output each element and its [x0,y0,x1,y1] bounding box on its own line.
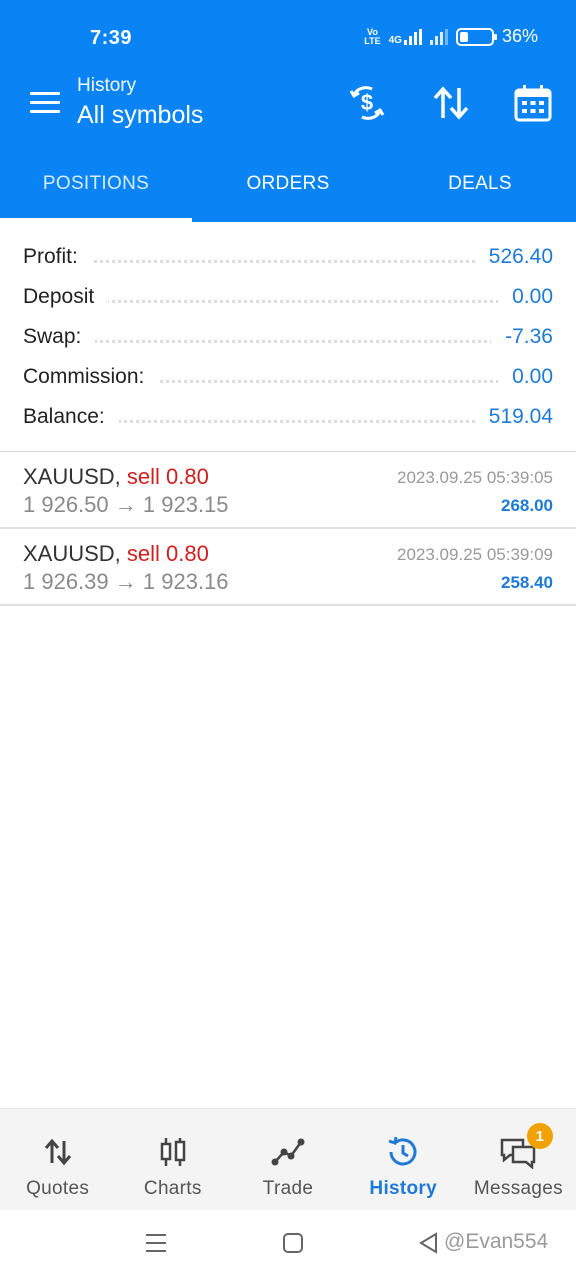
tab-positions[interactable]: POSITIONS [0,146,192,222]
deal-symbol: XAUUSD, [23,541,121,566]
open-price: 1 926.39 [23,569,109,594]
signal-2-icon [429,28,448,45]
summary-label: Swap: [23,325,96,349]
tab-deals[interactable]: DEALS [384,146,576,222]
status-icons: Vo LTE 4G 36% [364,26,538,47]
deal-side: sell 0.80 [126,464,209,489]
nav-trade[interactable]: Trade [230,1109,345,1210]
nav-label: Charts [143,1178,202,1199]
battery-icon [455,27,497,46]
volte-bottom: LTE [364,35,381,46]
charts-icon [160,1138,186,1166]
dotted-leader [23,340,553,343]
system-nav-bar: @Evan554 [0,1210,576,1280]
trade-icon [271,1138,305,1166]
title-block[interactable]: History All symbols [77,74,203,132]
summary-row-deposit: Deposit 0.00 [0,277,576,317]
open-price: 1 926.50 [23,492,109,517]
summary-label: Profit: [23,245,92,269]
nav-label: History [369,1178,437,1199]
summary-value: 526.40 [474,245,553,269]
deal-prices: 1 926.39 → 1 923.16 [23,569,229,595]
signal-icon [403,28,422,45]
nav-charts[interactable]: Charts [115,1109,230,1210]
summary-panel: Profit: 526.40 Deposit 0.00 Swap: -7.36 … [0,237,576,437]
deal-time: 2023.09.25 05:39:09 [397,545,553,564]
bottom-nav: Quotes Charts Trade History 1 Messages [0,1108,576,1210]
tab-bar: POSITIONS ORDERS DEALS [0,146,576,222]
summary-value: 0.00 [498,365,553,389]
battery-fill [459,31,469,42]
nav-label: Trade [262,1178,314,1199]
history-icon [388,1136,417,1166]
summary-value: 0.00 [498,285,553,309]
notification-badge: 1 [526,1123,553,1149]
deal-time: 2023.09.25 05:39:05 [397,468,553,487]
menu-icon[interactable] [30,92,60,114]
deal-profit: 258.40 [501,573,553,592]
page-subtitle: History [77,75,137,96]
dollar-refresh-icon[interactable]: $ [346,82,388,124]
nav-history[interactable]: History [346,1109,461,1210]
battery-percent: 36% [501,26,538,46]
watermark: @Evan554 [444,1230,549,1253]
nav-quotes[interactable]: Quotes [0,1109,115,1210]
summary-row-swap: Swap: -7.36 [0,317,576,357]
close-price: 1 923.16 [142,569,229,594]
calendar-icon[interactable] [512,82,554,124]
list-item[interactable]: XAUUSD, sell 0.80 1 926.39 → 1 923.16 20… [0,529,576,606]
nav-label: Quotes [26,1178,90,1199]
deal-prices: 1 926.50 → 1 923.15 [23,492,229,518]
summary-label: Deposit [23,285,109,309]
list-item[interactable]: XAUUSD, sell 0.80 1 926.50 → 1 923.15 20… [0,452,576,529]
summary-row-commission: Commission: 0.00 [0,357,576,397]
close-price: 1 923.15 [142,492,229,517]
signal-1-group: 4G [388,28,422,46]
arrow-icon: → [114,569,137,594]
page-title: All symbols [77,101,204,129]
arrow-icon: → [114,492,137,517]
summary-value: -7.36 [491,325,553,349]
sort-icon[interactable] [430,82,472,124]
recents-icon[interactable] [145,1232,167,1254]
deal-side: sell 0.80 [126,541,209,566]
dotted-leader [23,260,553,263]
home-icon[interactable] [282,1232,304,1254]
deal-symbol: XAUUSD, [23,464,121,489]
status-time: 7:39 [90,27,133,49]
volte-indicator: Vo LTE [364,27,381,46]
svg-text:$: $ [361,90,373,115]
nav-messages[interactable]: 1 Messages [461,1109,576,1210]
deal-title: XAUUSD, sell 0.80 [23,541,209,567]
deal-profit: 268.00 [501,496,553,515]
status-bar: 7:39 Vo LTE 4G 36% [0,0,576,68]
summary-row-balance: Balance: 519.04 [0,397,576,437]
summary-row-profit: Profit: 526.40 [0,237,576,277]
deal-title: XAUUSD, sell 0.80 [23,464,209,490]
back-icon[interactable] [418,1232,440,1254]
summary-label: Commission: [23,365,159,389]
summary-value: 519.04 [474,405,553,429]
network-type: 4G [388,34,402,46]
nav-label: Messages [473,1178,563,1199]
tab-orders[interactable]: ORDERS [192,146,384,222]
app-bar: History All symbols $ [0,68,576,146]
quotes-icon [44,1138,71,1166]
summary-label: Balance: [23,405,119,429]
